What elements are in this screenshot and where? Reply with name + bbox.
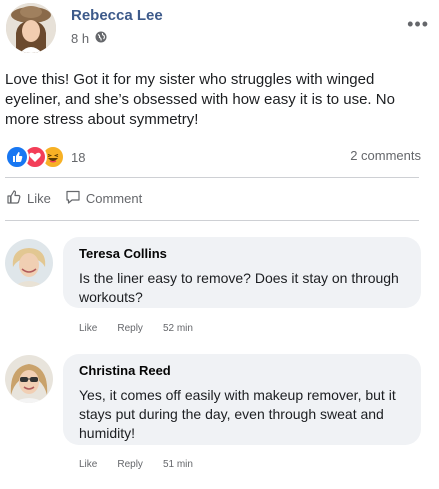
commenter-avatar[interactable] (5, 355, 53, 403)
post-meta: 8 h (71, 31, 107, 46)
more-options-icon[interactable]: ••• (407, 14, 429, 35)
globe-icon (95, 31, 107, 46)
author-avatar[interactable] (6, 3, 56, 53)
comment-actions: Like Reply 52 min (79, 323, 193, 334)
thumbs-up-icon (6, 189, 22, 208)
comments-count-link[interactable]: 2 comments (350, 148, 421, 163)
comment-bubble: Teresa Collins Is the liner easy to remo… (63, 237, 421, 308)
reaction-count: 18 (71, 149, 86, 165)
comment-reply-button[interactable]: Reply (117, 459, 143, 470)
comment-like-button[interactable]: Like (79, 323, 97, 334)
comment-bubble: Christina Reed Yes, it comes off easily … (63, 354, 421, 445)
commenter-avatar[interactable] (5, 239, 53, 287)
comment-button[interactable]: Comment (65, 189, 142, 208)
like-button[interactable]: Like (6, 189, 51, 208)
comment-text: Yes, it comes off easily with makeup rem… (79, 387, 396, 441)
like-button-label: Like (27, 191, 51, 206)
author-name[interactable]: Rebecca Lee (71, 7, 163, 24)
post-time[interactable]: 8 h (71, 31, 89, 46)
post-actions: Like Comment (6, 189, 142, 208)
divider (5, 220, 419, 221)
commenter-name[interactable]: Teresa Collins (79, 246, 407, 261)
like-reaction-icon (5, 145, 29, 169)
comment-like-button[interactable]: Like (79, 459, 97, 470)
comment-reply-button[interactable]: Reply (117, 323, 143, 334)
comment-time: 52 min (162, 323, 193, 334)
reactions-summary[interactable]: 18 (5, 145, 85, 169)
comment-text: Is the liner easy to remove? Does it sta… (79, 270, 399, 305)
comment-time: 51 min (162, 459, 193, 470)
comment-button-label: Comment (85, 191, 143, 206)
commenter-name[interactable]: Christina Reed (79, 363, 407, 378)
post-text: Love this! Got it for my sister who stru… (5, 71, 395, 128)
divider (5, 177, 419, 178)
comment-actions: Like Reply 51 min (79, 459, 193, 470)
comment-icon (65, 189, 81, 208)
